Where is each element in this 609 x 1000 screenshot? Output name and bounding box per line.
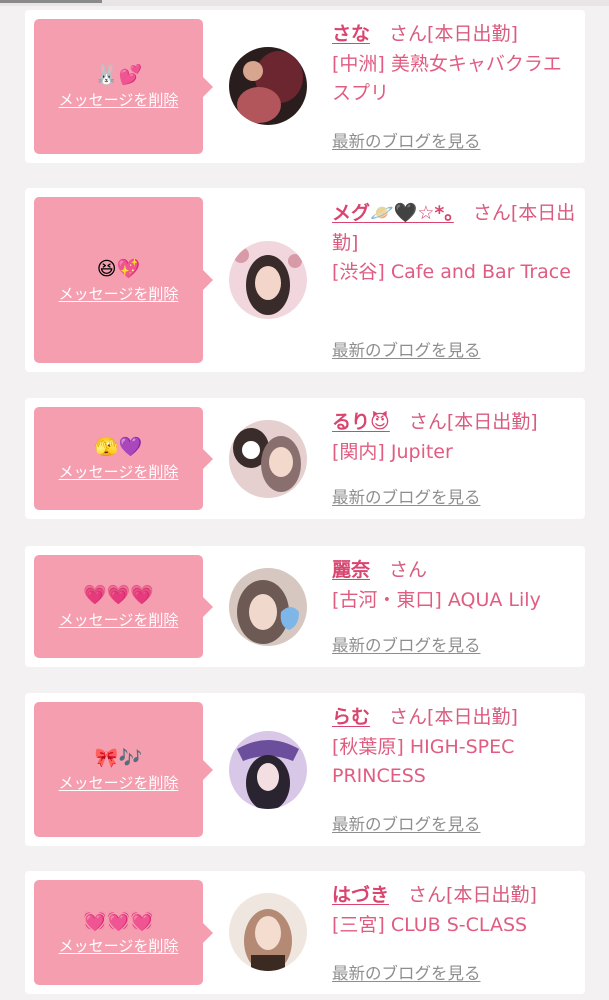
shop-name: [三宮] CLUB S-CLASS (332, 913, 528, 936)
cast-status: さん[本日出勤] (408, 884, 537, 906)
shop-name: [秋葉原] HIGH-SPEC PRINCESS (332, 735, 515, 788)
delete-message-link[interactable]: メッセージを削除 (59, 609, 179, 630)
cast-name-link[interactable]: 麗奈 (332, 559, 370, 581)
message-card: 😆💖 メッセージを削除 メグ🪐🖤☆*。 さん[本日出勤] [渋谷] Cafe a… (25, 188, 585, 372)
message-card: 💓💓💓 メッセージを削除 はづき さん[本日出勤] [三宮] CLUB S-CL… (25, 871, 585, 994)
latest-blog-link[interactable]: 最新のブログを見る (332, 811, 481, 835)
message-bubble: 💗💗💗 メッセージを削除 (34, 555, 213, 658)
latest-blog-link[interactable]: 最新のブログを見る (332, 128, 481, 152)
message-emoji: 💓💓💓 (83, 910, 154, 932)
message-card: 💗💗💗 メッセージを削除 麗奈 さん [古河・東口] AQUA Lily 最新の… (25, 546, 585, 667)
message-bubble: 💓💓💓 メッセージを削除 (34, 880, 213, 985)
delete-message-link[interactable]: メッセージを削除 (59, 935, 179, 956)
shop-name: [渋谷] Cafe and Bar Trace (332, 261, 571, 283)
message-emoji: 🐰💕 (94, 64, 143, 86)
shop-name: [関内] Jupiter (332, 440, 453, 463)
delete-message-link[interactable]: メッセージを削除 (59, 89, 179, 110)
cast-name-link[interactable]: らむ (332, 706, 370, 728)
cast-status: さん[本日出勤] (408, 411, 538, 433)
shop-name: [古河・東口] AQUA Lily (332, 588, 541, 611)
message-emoji: 😆💖 (96, 257, 141, 280)
message-emoji: 🫣💜 (94, 436, 143, 458)
cast-status: さん[本日出勤] (389, 23, 518, 45)
cast-name-link[interactable]: るり😈 (332, 411, 390, 433)
delete-message-link[interactable]: メッセージを削除 (59, 283, 179, 304)
message-bubble: 🫣💜 メッセージを削除 (34, 407, 213, 510)
delete-message-link[interactable]: メッセージを削除 (59, 461, 179, 482)
message-card: 🫣💜 メッセージを削除 るり😈 さん[本日出勤] [関内] Jupiter 最新… (25, 398, 585, 519)
latest-blog-link[interactable]: 最新のブログを見る (332, 484, 481, 508)
cast-status: さん[本日出勤] (389, 706, 518, 728)
latest-blog-link[interactable]: 最新のブログを見る (332, 960, 481, 984)
avatar[interactable] (229, 731, 307, 809)
avatar[interactable] (229, 241, 307, 319)
cast-name-link[interactable]: さな (332, 23, 370, 45)
cast-name-link[interactable]: メグ🪐🖤☆*。 (332, 202, 454, 224)
avatar[interactable] (229, 893, 307, 971)
message-list: 🐰💕 メッセージを削除 さな さん[本日出勤] [中洲] 美熟女キャバクラエスプ… (0, 0, 609, 1000)
shop-name: [中洲] 美熟女キャバクラエスプリ (332, 52, 562, 105)
message-emoji: 💗💗💗 (83, 584, 154, 606)
message-card: 🐰💕 メッセージを削除 さな さん[本日出勤] [中洲] 美熟女キャバクラエスプ… (25, 10, 585, 163)
message-emoji: 🎀🎶 (94, 747, 143, 769)
delete-message-link[interactable]: メッセージを削除 (59, 772, 179, 793)
message-bubble: 🐰💕 メッセージを削除 (34, 19, 213, 154)
cast-name-link[interactable]: はづき (332, 884, 389, 906)
message-bubble: 😆💖 メッセージを削除 (34, 197, 213, 363)
cast-status: さん (389, 559, 428, 581)
avatar[interactable] (229, 420, 307, 498)
message-card: 🎀🎶 メッセージを削除 らむ さん[本日出勤] [秋葉原] HIGH-SPEC … (25, 693, 585, 846)
latest-blog-link[interactable]: 最新のブログを見る (332, 337, 481, 361)
avatar[interactable] (229, 568, 307, 646)
avatar[interactable] (229, 47, 307, 125)
message-bubble: 🎀🎶 メッセージを削除 (34, 702, 213, 837)
latest-blog-link[interactable]: 最新のブログを見る (332, 632, 481, 656)
